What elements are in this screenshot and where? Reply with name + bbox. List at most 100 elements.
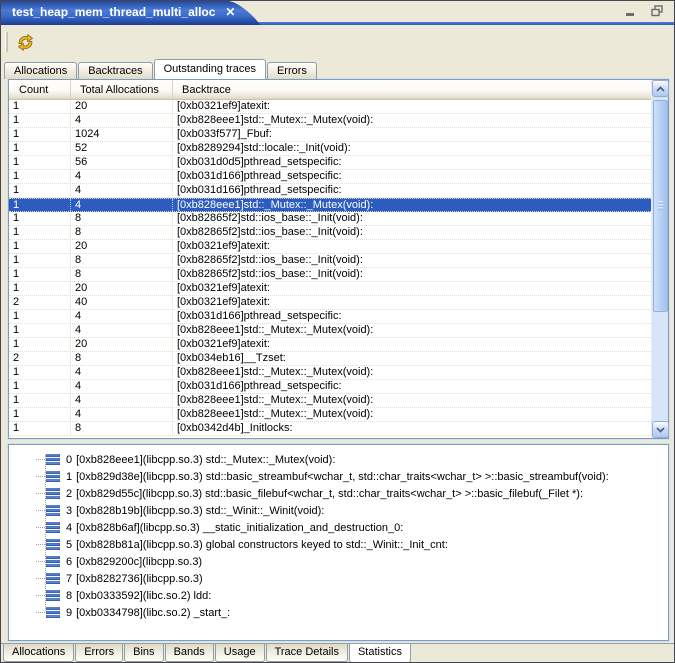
table-row[interactable]: 1 4 [0xb828eee1]std::_Mutex::_Mutex(void… (9, 198, 651, 212)
bottom-tab-errors[interactable]: Errors (75, 644, 123, 662)
total-allocations-cell: 4 (71, 394, 173, 407)
count-cell: 2 (9, 296, 71, 309)
traces-table: Count Total Allocations Backtrace 1 20 [… (8, 79, 669, 439)
backtrace-cell: [0xb0321ef9]atexit: (173, 240, 651, 253)
trace-frame-item[interactable]: 5 [0xb828b81a](libcpp.so.3) global const… (9, 536, 668, 553)
total-allocations-cell: 8 (71, 254, 173, 267)
close-icon[interactable]: ✕ (223, 5, 237, 19)
trace-frame-item[interactable]: 7 [0xb8282736](libcpp.so.3) (9, 570, 668, 587)
table-row[interactable]: 2 40 [0xb0321ef9]atexit: (9, 296, 651, 310)
table-row[interactable]: 1 52 [0xb8289294]std::locale::_Init(void… (9, 142, 651, 156)
count-cell: 1 (9, 170, 71, 183)
frame-text: [0xb0333592](libc.so.2) ldd: (76, 590, 211, 602)
count-cell: 1 (9, 184, 71, 197)
total-allocations-cell: 8 (71, 352, 173, 365)
trace-frame-item[interactable]: 0 [0xb828eee1](libcpp.so.3) std::_Mutex:… (9, 451, 668, 468)
toolbar-grip[interactable] (5, 32, 8, 52)
trace-frame-item[interactable]: 8 [0xb0333592](libc.so.2) ldd: (9, 587, 668, 604)
table-row[interactable]: 1 20 [0xb0321ef9]atexit: (9, 100, 651, 114)
frame-number: 2 (66, 488, 72, 500)
table-row[interactable]: 1 4 [0xb828eee1]std::_Mutex::_Mutex(void… (9, 408, 651, 422)
refresh-button[interactable] (14, 31, 36, 53)
table-row[interactable]: 1 4 [0xb828eee1]std::_Mutex::_Mutex(void… (9, 394, 651, 408)
backtrace-cell: [0xb828eee1]std::_Mutex::_Mutex(void): (173, 324, 651, 337)
count-cell: 1 (9, 240, 71, 253)
table-row[interactable]: 1 8 [0xb82865f2]std::ios_base::_Init(voi… (9, 254, 651, 268)
table-row[interactable]: 1 20 [0xb0321ef9]atexit: (9, 338, 651, 352)
table-row[interactable]: 1 56 [0xb031d0d5]pthread_setspecific: (9, 156, 651, 170)
count-cell: 1 (9, 408, 71, 421)
tab-allocations[interactable]: Allocations (4, 62, 77, 79)
bottom-tab-statistics[interactable]: Statistics (349, 644, 411, 663)
backtrace-cell: [0xb033f577]_Fbuf: (173, 128, 651, 141)
table-row[interactable]: 1 4 [0xb031d166]pthread_setspecific: (9, 170, 651, 184)
bottom-tab-bins[interactable]: Bins (124, 644, 163, 662)
total-allocations-cell: 4 (71, 170, 173, 183)
scroll-up-button[interactable] (652, 80, 669, 97)
scroll-down-button[interactable] (652, 421, 669, 438)
frame-text: [0xb829d38e](libcpp.so.3) std::basic_str… (76, 471, 609, 483)
count-cell: 2 (9, 352, 71, 365)
chevron-up-icon (656, 86, 665, 92)
table-row[interactable]: 1 4 [0xb828eee1]std::_Mutex::_Mutex(void… (9, 366, 651, 380)
table-row[interactable]: 1 4 [0xb828eee1]std::_Mutex::_Mutex(void… (9, 114, 651, 128)
table-row[interactable]: 1 20 [0xb0321ef9]atexit: (9, 240, 651, 254)
backtrace-cell: [0xb0321ef9]atexit: (173, 338, 651, 351)
total-allocations-cell: 20 (71, 338, 173, 351)
table-row[interactable]: 1 8 [0xb82865f2]std::ios_base::_Init(voi… (9, 268, 651, 282)
count-cell: 1 (9, 380, 71, 393)
bottom-tab-usage[interactable]: Usage (215, 644, 265, 662)
view-title: test_heap_mem_thread_multi_alloc (12, 5, 215, 19)
tree-stub (36, 578, 45, 579)
tree-stub (36, 476, 45, 477)
trace-frame-item[interactable]: 6 [0xb829200c](libcpp.so.3) (9, 553, 668, 570)
count-cell: 1 (9, 142, 71, 155)
frame-text: [0xb829d55c](libcpp.so.3) std::basic_fil… (76, 488, 583, 500)
trace-frame-item[interactable]: 1 [0xb829d38e](libcpp.so.3) std::basic_s… (9, 468, 668, 485)
view-tab[interactable]: test_heap_mem_thread_multi_alloc ✕ (1, 1, 229, 25)
bottom-tab-trace-details[interactable]: Trace Details (266, 644, 348, 662)
column-header-count[interactable]: Count (9, 80, 71, 100)
table-row[interactable]: 1 4 [0xb828eee1]std::_Mutex::_Mutex(void… (9, 324, 651, 338)
vertical-scrollbar[interactable] (651, 80, 668, 438)
trace-frame-item[interactable]: 3 [0xb828b19b](libcpp.so.3) std::_Winit:… (9, 502, 668, 519)
stack-frame-icon (46, 573, 60, 584)
minimize-icon (625, 6, 637, 17)
table-row[interactable]: 1 8 [0xb0342d4b]_Initlocks: (9, 422, 651, 436)
total-allocations-cell: 56 (71, 156, 173, 169)
trace-frame-item[interactable]: 2 [0xb829d55c](libcpp.so.3) std::basic_f… (9, 485, 668, 502)
backtrace-cell: [0xb031d166]pthread_setspecific: (173, 170, 651, 183)
column-header-total-allocations[interactable]: Total Allocations (71, 80, 173, 100)
bottom-tab-bands[interactable]: Bands (165, 644, 214, 662)
frame-text: [0xb828eee1](libcpp.so.3) std::_Mutex::_… (76, 454, 335, 466)
restore-button[interactable] (650, 5, 664, 17)
table-row[interactable]: 1 4 [0xb031d166]pthread_setspecific: (9, 380, 651, 394)
backtrace-cell: [0xb828eee1]std::_Mutex::_Mutex(void): (173, 199, 651, 211)
table-row[interactable]: 1 4 [0xb031d166]pthread_setspecific: (9, 184, 651, 198)
table-row[interactable]: 1 1024 [0xb033f577]_Fbuf: (9, 128, 651, 142)
table-row[interactable]: 1 8 [0xb82865f2]std::ios_base::_Init(voi… (9, 212, 651, 226)
tab-outstanding-traces[interactable]: Outstanding traces (154, 59, 266, 79)
backtrace-cell: [0xb031d166]pthread_setspecific: (173, 184, 651, 197)
table-row[interactable]: 1 8 [0xb82865f2]std::ios_base::_Init(voi… (9, 226, 651, 240)
bottom-tab-allocations[interactable]: Allocations (3, 644, 74, 662)
tab-errors[interactable]: Errors (267, 62, 317, 79)
trace-frame-item[interactable]: 4 [0xb828b6af](libcpp.so.3) __static_ini… (9, 519, 668, 536)
total-allocations-cell: 20 (71, 100, 173, 113)
scrollbar-thumb[interactable] (653, 100, 668, 312)
total-allocations-cell: 8 (71, 212, 173, 225)
trace-frame-item[interactable]: 9 [0xb0334798](libc.so.2) _start_: (9, 604, 668, 621)
frame-number: 3 (66, 505, 72, 517)
backtrace-cell: [0xb0321ef9]atexit: (173, 296, 651, 309)
count-cell: 1 (9, 199, 71, 211)
tab-backtraces[interactable]: Backtraces (78, 62, 152, 79)
table-row[interactable]: 2 8 [0xb034eb16]__Tzset: (9, 352, 651, 366)
column-header-backtrace[interactable]: Backtrace (173, 80, 668, 100)
tree-stub (36, 459, 45, 460)
total-allocations-cell: 8 (71, 422, 173, 435)
table-row[interactable]: 1 4 [0xb031d166]pthread_setspecific: (9, 310, 651, 324)
backtrace-cell: [0xb828eee1]std::_Mutex::_Mutex(void): (173, 114, 651, 127)
minimize-button[interactable] (624, 5, 638, 17)
table-row[interactable]: 1 20 [0xb0321ef9]atexit: (9, 282, 651, 296)
backtrace-cell: [0xb0321ef9]atexit: (173, 100, 651, 113)
